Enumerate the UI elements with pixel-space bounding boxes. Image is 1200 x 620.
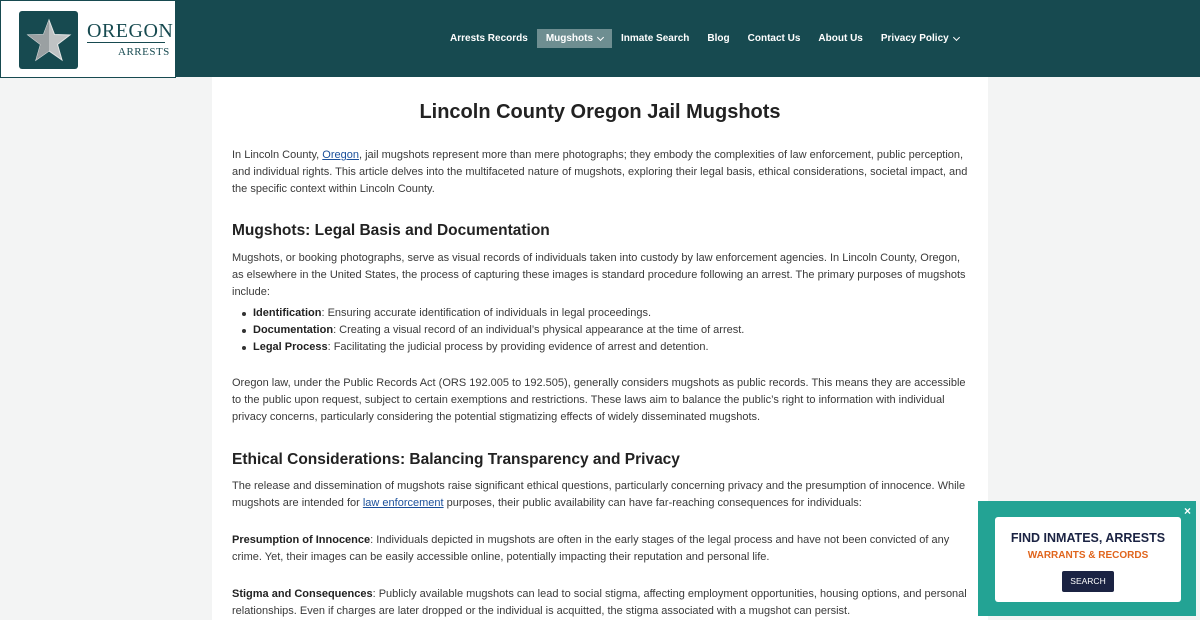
nav-contact-us[interactable]: Contact Us <box>739 29 810 48</box>
presumption-paragraph: Presumption of Innocence: Individuals de… <box>232 532 970 566</box>
list-item: Documentation: Creating a visual record … <box>241 322 745 339</box>
term: Presumption of Innocence <box>232 534 371 546</box>
nav-label: Privacy Policy <box>880 33 949 44</box>
nav-label: Contact Us <box>747 33 801 44</box>
purposes-list: Identification: Ensuring accurate identi… <box>241 305 745 356</box>
intro-paragraph: In Lincoln County, Oregon, jail mugshots… <box>232 147 970 198</box>
logo-divider <box>87 42 165 43</box>
stigma-paragraph: Stigma and Consequences: Publicly availa… <box>232 586 970 620</box>
nav-label: Inmate Search <box>621 33 690 44</box>
text: In Lincoln County, <box>232 149 323 161</box>
nav-label: About Us <box>818 33 863 44</box>
oregon-link[interactable]: Oregon <box>322 149 359 161</box>
legal-basis-paragraph: Mugshots, or booking photographs, serve … <box>232 252 966 298</box>
inmate-search-popup: × FIND INMATES, ARRESTS WARRANTS & RECOR… <box>978 501 1196 616</box>
popup-title: FIND INMATES, ARRESTS <box>1010 531 1166 545</box>
chevron-down-icon <box>952 33 960 41</box>
close-icon[interactable]: × <box>1184 504 1191 518</box>
main-nav: Arrests Records Mugshots Inmate Search B… <box>441 29 968 48</box>
logo-text-oregon: OREGON <box>87 20 174 42</box>
nav-privacy-policy[interactable]: Privacy Policy <box>872 29 968 48</box>
law-enforcement-link[interactable]: law enforcement <box>363 497 444 509</box>
site-logo[interactable]: OREGON ARRESTS <box>0 0 176 78</box>
popup-card: FIND INMATES, ARRESTS WARRANTS & RECORDS… <box>995 517 1181 602</box>
list-item-term: Identification <box>253 307 322 319</box>
text: purposes, their public availability can … <box>443 497 862 509</box>
section-heading-legal-basis: Mugshots: Legal Basis and Documentation <box>232 222 550 239</box>
list-item-text: : Facilitating the judicial process by p… <box>327 341 709 353</box>
site-header: OREGON ARRESTS Arrests Records Mugshots … <box>0 0 1200 78</box>
nav-blog[interactable]: Blog <box>698 29 738 48</box>
term: Stigma and Consequences <box>232 588 373 600</box>
popup-subtitle: WARRANTS & RECORDS <box>1027 550 1149 561</box>
search-button[interactable]: SEARCH <box>1062 571 1114 592</box>
list-item-text: : Creating a visual record of an individ… <box>333 324 745 336</box>
public-records-paragraph: Oregon law, under the Public Records Act… <box>232 377 966 423</box>
nav-label: Arrests Records <box>450 33 528 44</box>
ethics-paragraph: The release and dissemination of mugshot… <box>232 478 970 512</box>
list-item-text: : Ensuring accurate identification of in… <box>321 307 652 319</box>
nav-about-us[interactable]: About Us <box>809 29 871 48</box>
page-title: Lincoln County Oregon Jail Mugshots <box>419 101 781 123</box>
list-item: Identification: Ensuring accurate identi… <box>241 305 744 322</box>
nav-inmate-search[interactable]: Inmate Search <box>612 29 698 48</box>
chevron-down-icon <box>596 33 605 41</box>
nav-arrests-records[interactable]: Arrests Records <box>441 29 537 48</box>
logo-text-arrests: ARRESTS <box>118 46 170 58</box>
nav-label: Blog <box>707 33 730 44</box>
list-item-term: Legal Process <box>253 341 328 353</box>
list-item-term: Documentation <box>253 324 334 336</box>
section-heading-ethics: Ethical Considerations: Balancing Transp… <box>232 451 680 468</box>
star-icon <box>19 11 78 69</box>
nav-mugshots[interactable]: Mugshots <box>536 29 613 48</box>
list-item: Legal Process: Facilitating the judicial… <box>241 339 744 356</box>
nav-label: Mugshots <box>545 33 594 44</box>
article-content: Lincoln County Oregon Jail Mugshots In L… <box>212 77 988 620</box>
